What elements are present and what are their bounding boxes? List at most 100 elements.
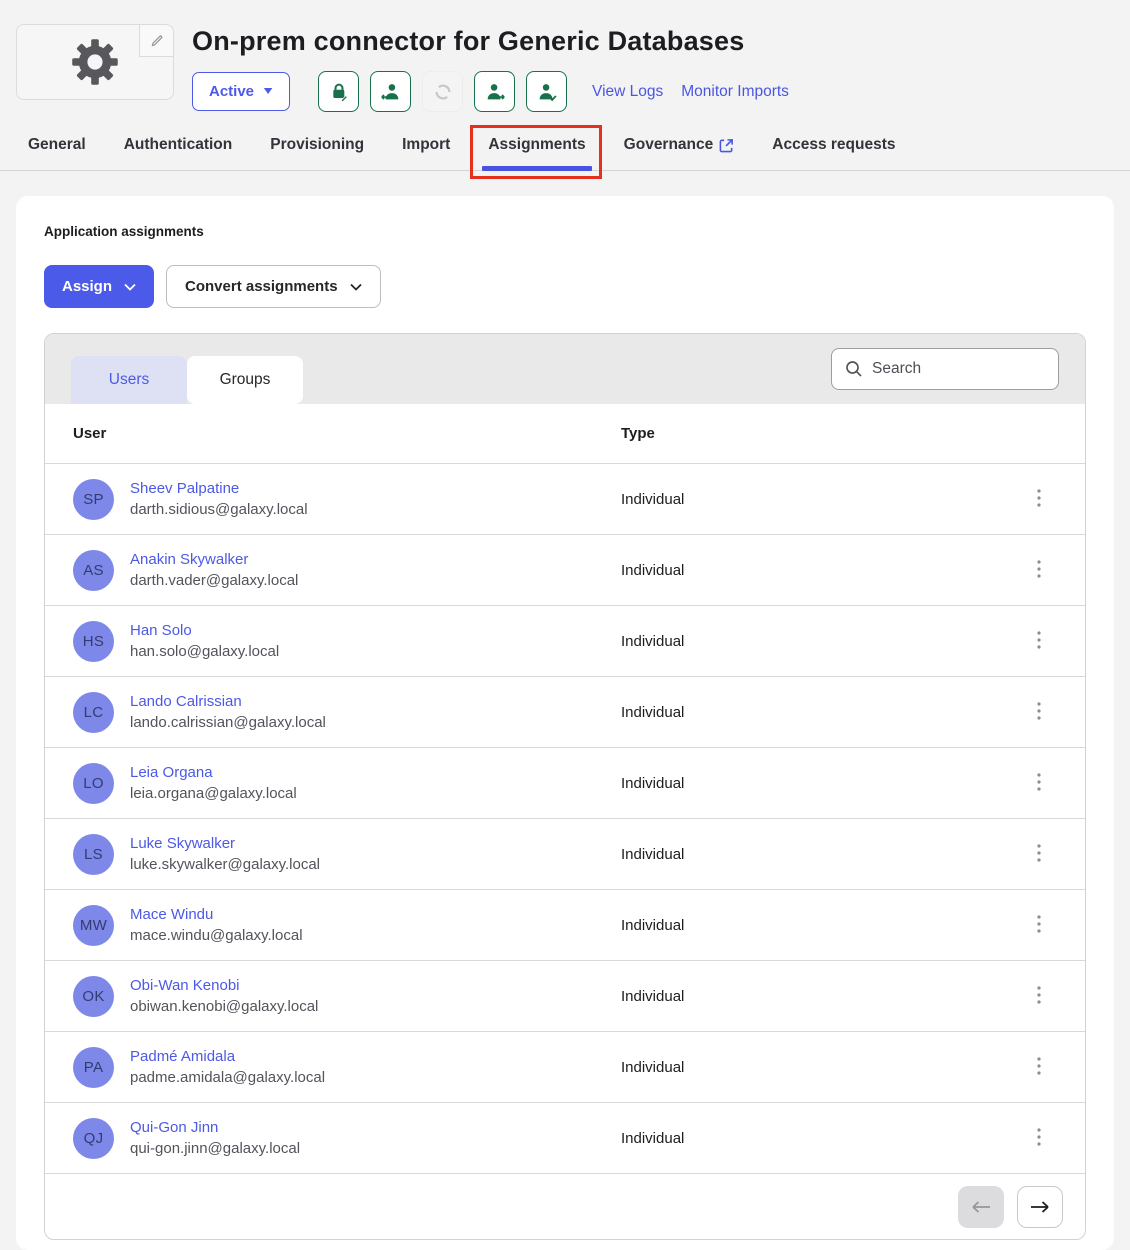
tab-general[interactable]: General [28, 134, 86, 170]
user-cell: LS Luke Skywalker luke.skywalker@galaxy.… [45, 834, 621, 875]
user-name-link[interactable]: Sheev Palpatine [130, 480, 308, 497]
avatar: LS [73, 834, 114, 875]
user-email: han.solo@galaxy.local [130, 643, 279, 660]
person-check-icon-button[interactable] [526, 71, 567, 112]
person-arrow-left-icon-button[interactable] [370, 71, 411, 112]
assignment-type: Individual [621, 917, 993, 934]
table-row: AS Anakin Skywalker darth.vader@galaxy.l… [45, 534, 1085, 605]
tab-access-requests[interactable]: Access requests [772, 134, 895, 170]
avatar-initials: QJ [84, 1130, 104, 1147]
row-actions-kebab-icon[interactable] [1029, 1051, 1049, 1084]
avatar: LC [73, 692, 114, 733]
user-email: leia.organa@galaxy.local [130, 785, 297, 802]
person-arrow-right-icon [484, 81, 506, 103]
assign-button[interactable]: Assign [44, 265, 154, 308]
search-icon [845, 360, 863, 378]
tab-authentication[interactable]: Authentication [124, 134, 233, 170]
row-actions-kebab-icon[interactable] [1029, 909, 1049, 942]
user-name-link[interactable]: Mace Windu [130, 906, 303, 923]
convert-assignments-label: Convert assignments [185, 278, 338, 295]
avatar-initials: HS [83, 633, 104, 650]
tab-label: Provisioning [270, 136, 364, 154]
column-header-type: Type [621, 425, 993, 442]
view-logs-link[interactable]: View Logs [592, 83, 663, 101]
avatar: PA [73, 1047, 114, 1088]
row-actions-kebab-icon[interactable] [1029, 767, 1049, 800]
row-actions-kebab-icon[interactable] [1029, 625, 1049, 658]
user-name-link[interactable]: Leia Organa [130, 764, 297, 781]
avatar-initials: OK [82, 988, 104, 1005]
section-label: Application assignments [44, 224, 1086, 239]
user-cell: LO Leia Organa leia.organa@galaxy.local [45, 763, 621, 804]
pencil-icon [150, 34, 164, 48]
user-table-body: SP Sheev Palpatine darth.sidious@galaxy.… [45, 463, 1085, 1173]
user-email: qui-gon.jinn@galaxy.local [130, 1140, 300, 1157]
avatar-initials: SP [83, 491, 104, 508]
user-cell: AS Anakin Skywalker darth.vader@galaxy.l… [45, 550, 621, 591]
row-actions-kebab-icon[interactable] [1029, 980, 1049, 1013]
assignment-type: Individual [621, 988, 993, 1005]
previous-page-button [958, 1186, 1004, 1228]
search-input[interactable] [872, 360, 1042, 378]
assignment-type: Individual [621, 491, 993, 508]
user-cell: MW Mace Windu mace.windu@galaxy.local [45, 905, 621, 946]
refresh-sync-icon-button [422, 71, 463, 112]
table-row: LS Luke Skywalker luke.skywalker@galaxy.… [45, 818, 1085, 889]
arrow-left-icon [971, 1200, 991, 1214]
assignment-type: Individual [621, 704, 993, 721]
user-name-link[interactable]: Lando Calrissian [130, 693, 326, 710]
user-name-link[interactable]: Qui-Gon Jinn [130, 1119, 300, 1136]
row-actions-kebab-icon[interactable] [1029, 696, 1049, 729]
monitor-imports-link[interactable]: Monitor Imports [681, 83, 789, 101]
person-check-icon [536, 81, 558, 103]
lock-edit-icon-button[interactable] [318, 71, 359, 112]
chevron-down-icon [350, 283, 362, 291]
view-tab-groups[interactable]: Groups [187, 356, 303, 404]
user-name-link[interactable]: Luke Skywalker [130, 835, 320, 852]
avatar-initials: LC [84, 704, 104, 721]
person-arrow-right-icon-button[interactable] [474, 71, 515, 112]
row-actions-kebab-icon[interactable] [1029, 1122, 1049, 1155]
edit-logo-button[interactable] [139, 25, 173, 57]
assignment-type: Individual [621, 633, 993, 650]
user-email: mace.windu@galaxy.local [130, 927, 303, 944]
user-name-link[interactable]: Obi-Wan Kenobi [130, 977, 318, 994]
assignment-type: Individual [621, 1059, 993, 1076]
tab-assignments[interactable]: Assignments [488, 134, 585, 170]
user-name-link[interactable]: Anakin Skywalker [130, 551, 298, 568]
tab-label: Import [402, 136, 450, 154]
tab-import[interactable]: Import [402, 134, 450, 170]
gear-icon [69, 36, 121, 88]
table-row: SP Sheev Palpatine darth.sidious@galaxy.… [45, 463, 1085, 534]
tab-label: Authentication [124, 136, 233, 154]
view-switcher: UsersGroups [71, 356, 303, 404]
app-tabs-bar: General Authentication Provisioning Impo… [0, 112, 1130, 171]
view-tab-users[interactable]: Users [71, 356, 187, 404]
avatar: QJ [73, 1118, 114, 1159]
user-name-link[interactable]: Padmé Amidala [130, 1048, 325, 1065]
user-cell: HS Han Solo han.solo@galaxy.local [45, 621, 621, 662]
table-row: MW Mace Windu mace.windu@galaxy.local In… [45, 889, 1085, 960]
avatar-initials: LS [84, 846, 103, 863]
avatar: LO [73, 763, 114, 804]
search-box [831, 348, 1059, 390]
table-row: LO Leia Organa leia.organa@galaxy.local … [45, 747, 1085, 818]
user-name-link[interactable]: Han Solo [130, 622, 279, 639]
tab-governance[interactable]: Governance [624, 134, 735, 170]
user-email: padme.amidala@galaxy.local [130, 1069, 325, 1086]
chevron-down-icon [124, 283, 136, 291]
user-cell: OK Obi-Wan Kenobi obiwan.kenobi@galaxy.l… [45, 976, 621, 1017]
row-actions-kebab-icon[interactable] [1029, 838, 1049, 871]
row-actions-kebab-icon[interactable] [1029, 554, 1049, 587]
active-tab-underline [482, 166, 591, 171]
row-actions-kebab-icon[interactable] [1029, 483, 1049, 516]
convert-assignments-button[interactable]: Convert assignments [166, 265, 381, 308]
tab-provisioning[interactable]: Provisioning [270, 134, 364, 170]
avatar-initials: PA [84, 1059, 104, 1076]
next-page-button[interactable] [1017, 1186, 1063, 1228]
assignment-type: Individual [621, 562, 993, 579]
widget-toolbar: UsersGroups [45, 334, 1085, 404]
status-dropdown-button[interactable]: Active [192, 72, 290, 111]
refresh-sync-icon [432, 81, 454, 103]
assignment-type: Individual [621, 846, 993, 863]
